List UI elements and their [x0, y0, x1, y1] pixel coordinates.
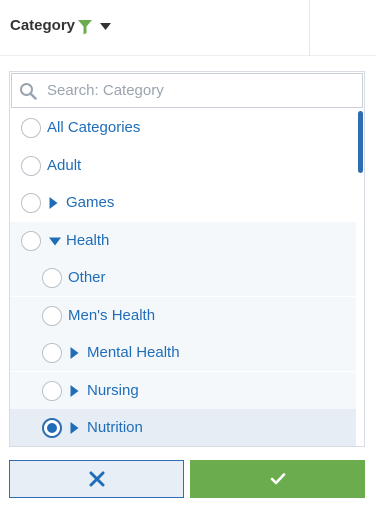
list-item[interactable]: Men's Health [10, 296, 356, 334]
radio-button[interactable] [42, 418, 62, 438]
caret-down-icon[interactable] [49, 237, 61, 246]
radio-button[interactable] [21, 193, 41, 213]
radio-button[interactable] [42, 305, 62, 326]
list-item-label: Health [66, 231, 110, 249]
list-item-label: Other [68, 269, 106, 286]
list-item-label: Men's Health [68, 306, 156, 324]
header-title: Category [10, 17, 76, 34]
list-item[interactable]: Adult [10, 147, 356, 184]
search-input[interactable] [47, 74, 357, 107]
caret-right-icon[interactable] [70, 384, 79, 397]
list-item-label: Nutrition [87, 419, 143, 436]
category-dropdown-panel: All Categories Adult Games Health Other Men's… [9, 71, 365, 447]
radio-button[interactable] [42, 343, 62, 363]
search-box [11, 73, 363, 108]
chevron-down-icon[interactable] [100, 23, 111, 30]
list-item[interactable]: Nutrition [10, 409, 356, 446]
list-item-label: Games [66, 194, 115, 211]
radio-button[interactable] [42, 268, 62, 288]
filter-icon[interactable] [77, 19, 93, 35]
scrollbar-thumb[interactable] [358, 111, 363, 173]
caret-right-icon[interactable] [70, 347, 79, 359]
radio-button[interactable] [21, 230, 41, 251]
radio-button[interactable] [42, 380, 62, 401]
search-icon [20, 83, 37, 100]
list-item[interactable]: Games [10, 184, 356, 221]
list-item[interactable]: All Categories [10, 109, 356, 146]
list-item[interactable]: Nursing [10, 371, 356, 409]
list-item[interactable]: Health [10, 221, 356, 259]
filter-header: Category [0, 0, 376, 56]
list-item[interactable]: Mental Health [10, 334, 356, 371]
caret-right-icon[interactable] [70, 422, 79, 434]
radio-button[interactable] [21, 118, 41, 138]
apply-button[interactable] [190, 460, 365, 498]
header-divider [309, 0, 310, 56]
list-item-label: All Categories [47, 119, 141, 136]
list-item-label: Mental Health [87, 344, 180, 361]
list-item-label: Adult [47, 156, 82, 174]
close-icon [89, 471, 104, 487]
check-icon [270, 473, 285, 485]
list-item-label: Nursing [87, 381, 139, 399]
caret-right-icon[interactable] [49, 197, 58, 209]
radio-button[interactable] [21, 155, 41, 176]
list-item[interactable]: Other [10, 259, 356, 296]
cancel-button[interactable] [9, 460, 184, 498]
